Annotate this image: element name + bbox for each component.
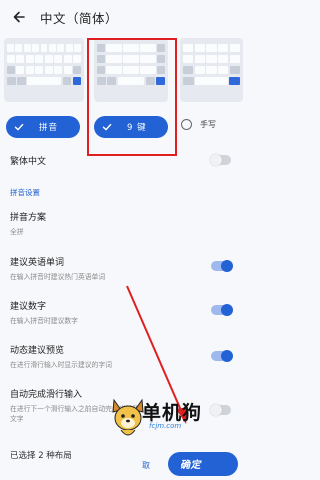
watermark-url: fcjm.com bbox=[149, 422, 182, 430]
watermark-title: 单机狗 bbox=[142, 402, 203, 424]
watermark-pill: 确定 bbox=[168, 452, 238, 476]
watermark-pill-text: 确定 bbox=[180, 460, 201, 471]
watermark-cancel-text: 取 bbox=[142, 461, 150, 470]
watermark: 确定 取 单机狗 fcjm.com bbox=[100, 394, 240, 476]
